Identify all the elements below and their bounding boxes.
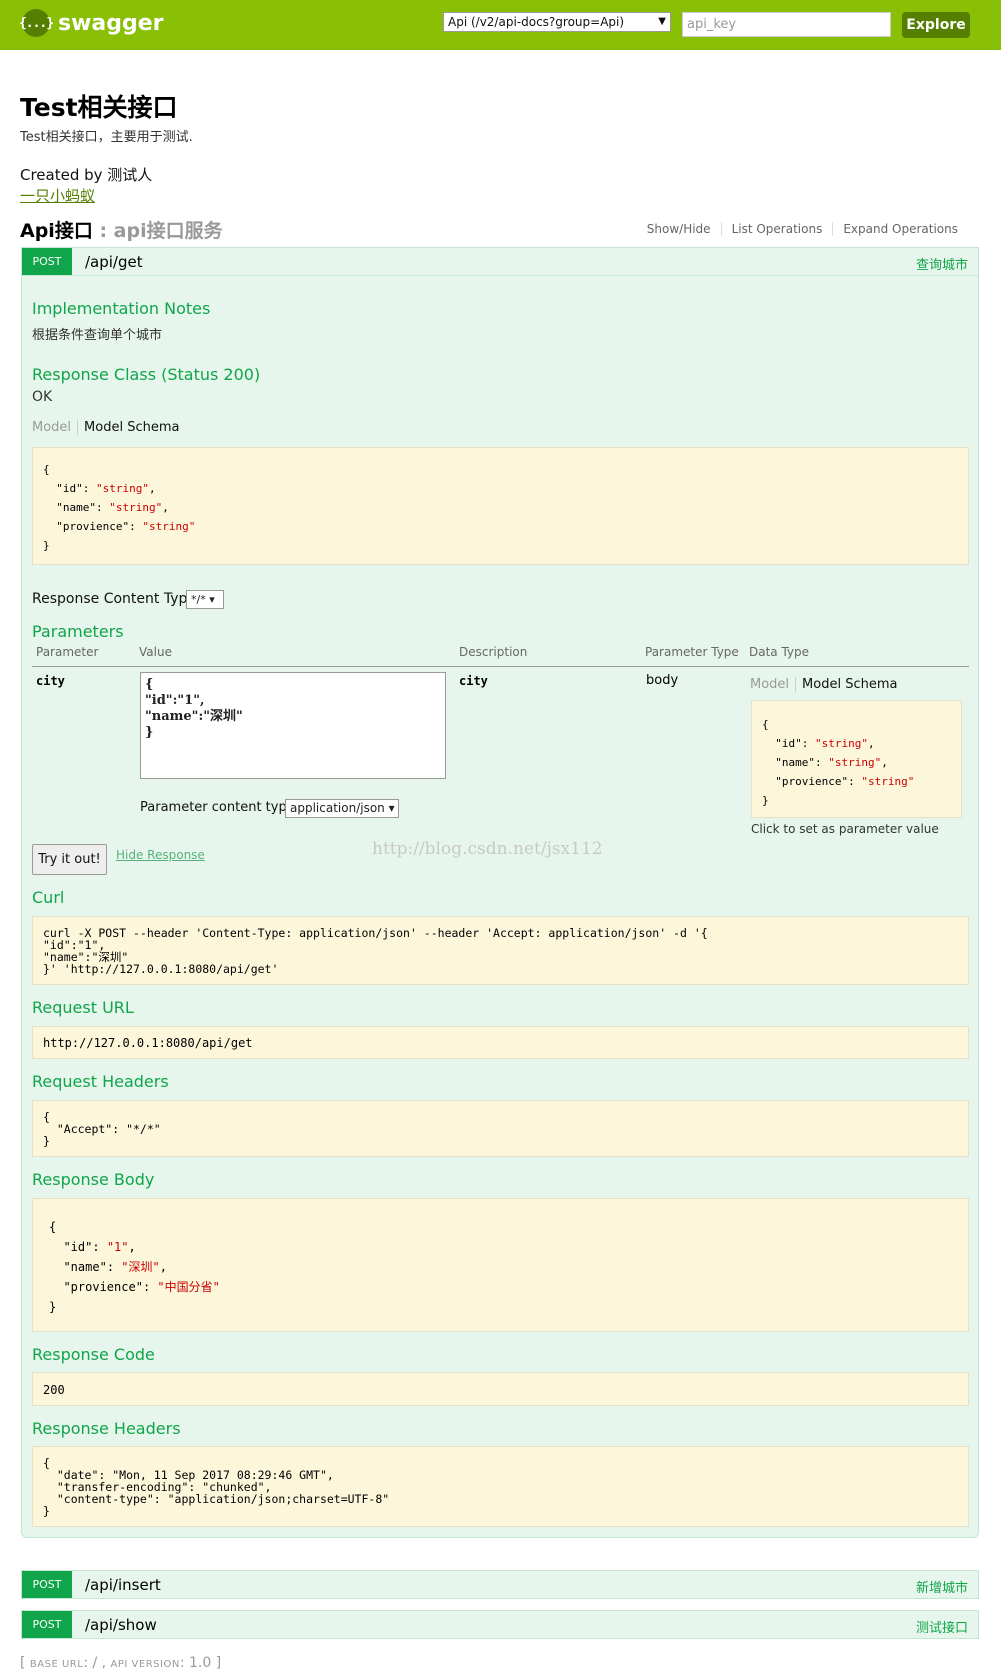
resource-options: Show/Hide List Operations Expand Operati… [637,222,968,236]
implementation-notes-title: Implementation Notes [32,299,211,318]
curl-block: curl -X POST --header 'Content-Type: app… [32,916,969,985]
param-tab-model-schema[interactable]: Model Schema [796,677,897,692]
response-model-tabs: Model Model Schema [32,420,179,435]
operation-summary[interactable]: 查询城市 [916,254,968,273]
swagger-logo-icon: {...} [19,9,54,37]
resource-heading[interactable]: Api接口 : api接口服务 [20,216,223,243]
explore-button[interactable]: Explore [902,12,970,38]
top-bar: {...} swagger Api (/v2/api-docs?group=Ap… [0,0,1001,50]
operation-bar-show[interactable]: POST /api/show 测试接口 [21,1610,979,1639]
response-class-value: OK [32,389,53,405]
api-definition-select[interactable]: Api (/v2/api-docs?group=Api) ▼ [443,12,671,32]
param-description: city [459,674,488,688]
api-version-label: API VERSION [110,1659,180,1670]
curl-title: Curl [32,888,65,907]
request-url-title: Request URL [32,998,134,1017]
api-key-input[interactable]: api_key [682,12,891,37]
response-content-type-select[interactable]: */* ▾ [186,590,224,609]
col-parameter-type: Parameter Type [645,645,739,659]
api-version-value: : 1.0 ] [179,1655,222,1671]
operation-path[interactable]: /api/show [85,1616,157,1634]
table-divider [32,666,969,667]
resource-description: api接口服务 [113,220,223,242]
watermark: http://blog.csdn.net/jsx112 [372,839,603,859]
method-badge: POST [22,1571,72,1598]
operation-summary[interactable]: 测试接口 [916,1617,968,1636]
response-content-type-label: Response Content Type [32,591,196,607]
method-badge: POST [22,248,72,275]
parameters-title: Parameters [32,622,124,641]
operation-bar-insert[interactable]: POST /api/insert 新增城市 [21,1570,979,1599]
resource-name: Api接口 [20,220,93,242]
request-headers: { "Accept": "*/*" } [32,1100,969,1157]
response-headers-title: Response Headers [32,1419,181,1438]
operation-bar-get[interactable]: POST /api/get 查询城市 [21,247,979,276]
base-url-label: BASE URL [29,1659,84,1670]
param-content-type-select[interactable]: application/json ▾ [285,799,399,818]
logo-text: swagger [58,10,164,36]
col-value: Value [139,645,172,659]
try-it-out-button[interactable]: Try it out! [32,844,107,875]
dropdown-arrow-icon: ▼ [658,16,666,27]
method-badge: POST [22,1611,72,1638]
param-value-textarea[interactable]: { "id":"1", "name":"深圳" } [140,672,446,779]
resource-separator: : [92,220,114,242]
response-code: 200 [32,1372,969,1406]
operation-path[interactable]: /api/get [85,253,143,271]
response-body-title: Response Body [32,1170,155,1189]
col-parameter: Parameter [36,645,99,659]
response-code-title: Response Code [32,1345,155,1364]
col-description: Description [459,645,528,659]
hide-response-link[interactable]: Hide Response [116,848,205,862]
click-to-set-hint[interactable]: Click to set as parameter value [751,822,939,836]
response-headers: { "date": "Mon, 11 Sep 2017 08:29:46 GMT… [32,1446,969,1527]
tab-model-schema[interactable]: Model Schema [78,420,179,435]
response-model-schema[interactable]: { "id": "string", "name": "string", "pro… [32,447,969,565]
param-name: city [36,674,65,688]
request-headers-title: Request Headers [32,1072,169,1091]
api-select-value: Api (/v2/api-docs?group=Api) [448,15,625,29]
operation-path[interactable]: /api/insert [85,1576,161,1594]
dropdown-arrow-icon: ▾ [209,593,215,606]
col-data-type: Data Type [749,645,810,659]
operation-summary[interactable]: 新增城市 [916,1577,968,1596]
page-title: Test相关接口 [20,93,178,122]
request-url: http://127.0.0.1:8080/api/get [32,1026,969,1059]
expand-operations-link[interactable]: Expand Operations [832,222,968,236]
api-description: Test相关接口，主要用于测试. [20,130,193,145]
footer-info: [ BASE URL: / , API VERSION: 1.0 ] [20,1655,221,1671]
tab-model[interactable]: Model [32,420,79,435]
param-content-type-label: Parameter content type: [140,800,300,815]
footer-open: [ [20,1655,30,1671]
base-url-value: : / , [83,1655,111,1671]
created-by: Created by 测试人 [20,166,153,184]
param-model-schema[interactable]: { "id": "string", "name": "string", "pro… [751,700,962,818]
response-body: { "id": "1", "name": "深圳", "provience": … [32,1198,969,1332]
param-type: body [646,673,679,688]
response-class-title: Response Class (Status 200) [32,365,261,384]
dropdown-arrow-icon: ▾ [388,801,395,815]
show-hide-link[interactable]: Show/Hide [637,222,721,236]
param-tab-model[interactable]: Model [750,677,797,692]
contact-link[interactable]: 一只小蚂蚁 [20,185,95,206]
list-operations-link[interactable]: List Operations [720,222,833,236]
implementation-notes: 根据条件查询单个城市 [32,328,163,343]
swagger-logo[interactable]: {...} swagger [19,9,164,37]
param-model-tabs: Model Model Schema [750,677,897,692]
